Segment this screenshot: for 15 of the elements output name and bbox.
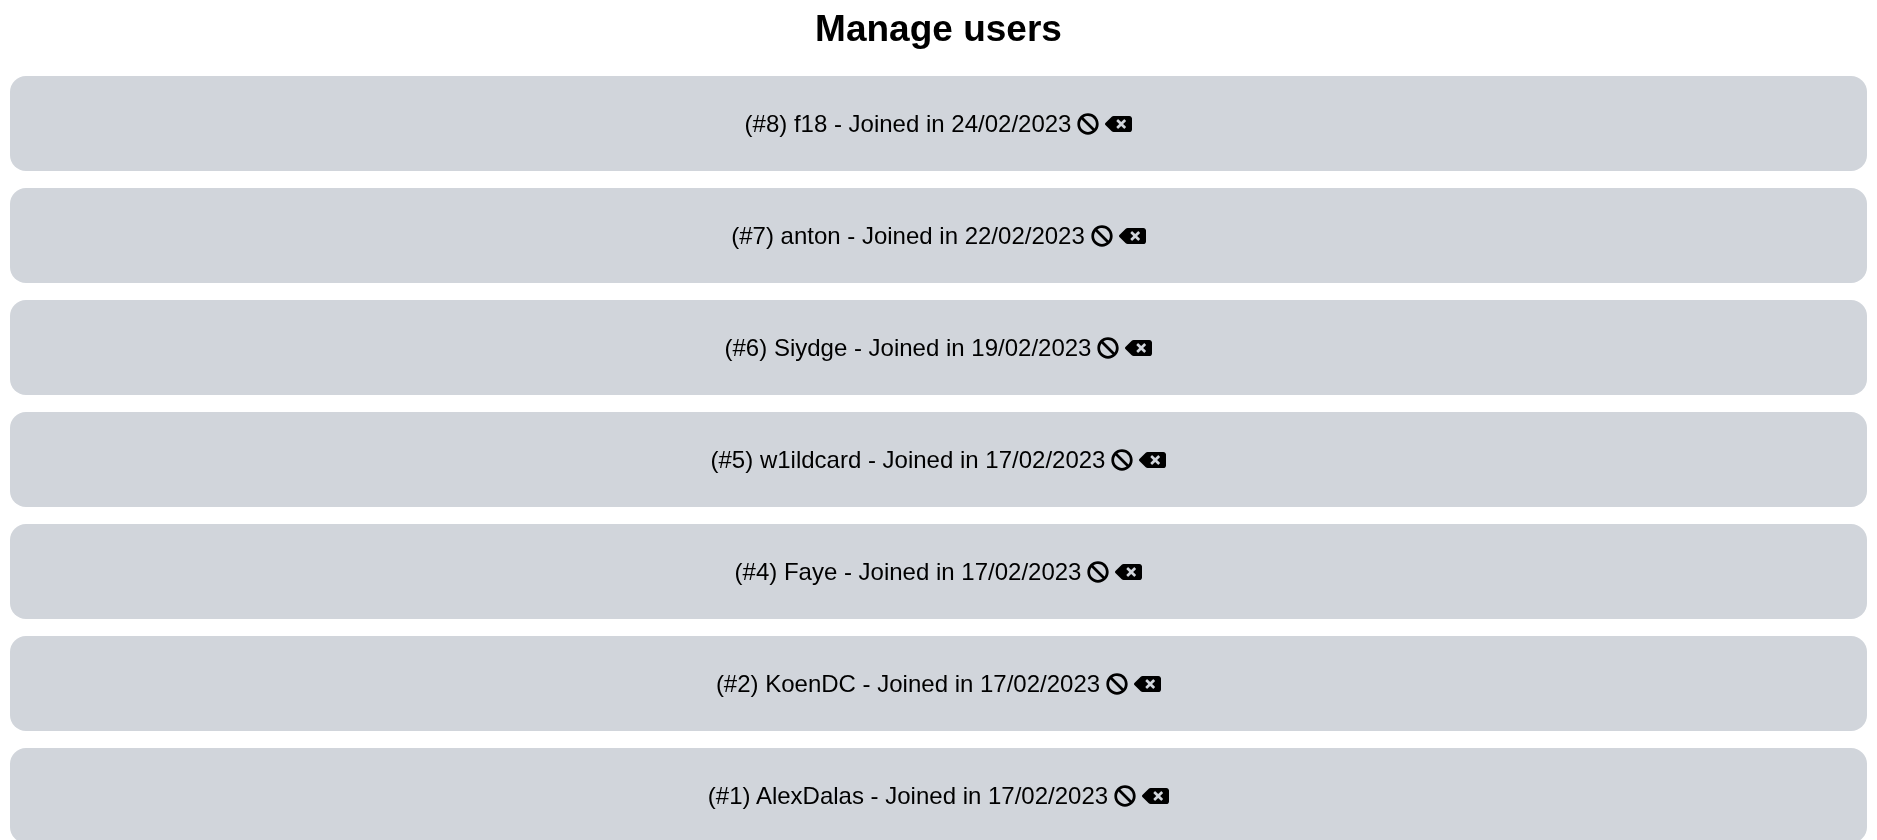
user-label: (#2) KoenDC - Joined in 17/02/2023 xyxy=(715,668,1101,699)
user-label: (#6) Siydge - Joined in 19/02/2023 xyxy=(724,332,1092,363)
ban-icon[interactable] xyxy=(1111,448,1134,471)
user-label: (#1) AlexDalas - Joined in 17/02/2023 xyxy=(707,780,1109,811)
user-label: (#5) w1ildcard - Joined in 17/02/2023 xyxy=(710,444,1106,475)
ban-icon[interactable] xyxy=(1097,336,1120,359)
ban-icon[interactable] xyxy=(1106,672,1129,695)
user-label: (#7) anton - Joined in 22/02/2023 xyxy=(731,220,1085,251)
ban-icon[interactable] xyxy=(1087,560,1110,583)
ban-icon[interactable] xyxy=(1077,112,1100,135)
ban-icon[interactable] xyxy=(1114,784,1137,807)
page-title: Manage users xyxy=(815,7,1062,49)
user-label: (#8) f18 - Joined in 24/02/2023 xyxy=(744,108,1072,139)
ban-icon[interactable] xyxy=(1090,224,1113,247)
user-label: (#4) Faye - Joined in 17/02/2023 xyxy=(734,556,1082,587)
